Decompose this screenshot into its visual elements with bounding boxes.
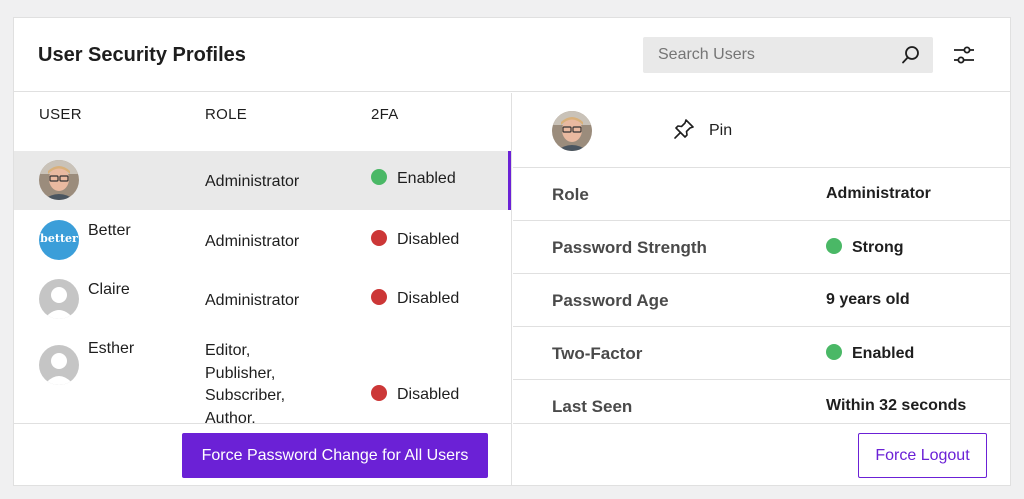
- sliders-icon[interactable]: [952, 43, 976, 67]
- panel-header: User Security Profiles: [14, 18, 1010, 92]
- detail-row-two-factor: Two-Factor Enabled: [513, 326, 1010, 379]
- column-header-user: USER: [39, 106, 82, 123]
- user-details-panel: Pin Role Administrator Password Strength…: [513, 93, 1010, 423]
- table-row[interactable]: Administrator Enabled: [14, 151, 511, 210]
- detail-row-last-seen: Last Seen Within 32 seconds: [513, 379, 1010, 423]
- page-title: User Security Profiles: [38, 44, 246, 66]
- detail-label: Role: [552, 185, 589, 204]
- detail-label: Two-Factor: [552, 344, 643, 363]
- search-input[interactable]: [643, 37, 893, 73]
- status-dot-icon: [371, 289, 387, 305]
- user-role: Administrator: [205, 173, 300, 190]
- table-footer: Force Password Change for All Users: [14, 423, 512, 485]
- column-header-role: ROLE: [205, 106, 248, 123]
- detail-label: Password Strength: [552, 238, 707, 257]
- details-footer: Force Logout: [513, 423, 1010, 485]
- twofa-status: Enabled: [371, 169, 456, 188]
- table-row[interactable]: better Better Administrator Disabled: [14, 210, 511, 269]
- detail-value: Administrator: [826, 185, 931, 202]
- user-name: Better: [88, 222, 131, 239]
- twofa-status: Disabled: [371, 289, 459, 308]
- user-name: Esther: [88, 340, 135, 357]
- detail-value: 9 years old: [826, 291, 910, 308]
- status-dot-icon: [826, 238, 842, 254]
- avatar: better: [39, 220, 79, 260]
- avatar-logo-text: better: [40, 232, 78, 245]
- force-logout-button[interactable]: Force Logout: [858, 433, 987, 478]
- column-header-2fa: 2FA: [371, 106, 399, 123]
- status-dot-icon: [371, 230, 387, 246]
- selection-indicator: [508, 151, 511, 210]
- twofa-status: Disabled: [371, 385, 459, 404]
- detail-row-password-strength: Password Strength Strong: [513, 220, 1010, 273]
- pin-icon: [674, 119, 694, 139]
- detail-label: Password Age: [552, 291, 669, 310]
- user-role: Editor, Publisher, Subscriber, Author, A…: [205, 342, 286, 423]
- detail-value: Enabled: [826, 344, 914, 363]
- default-avatar-icon: [39, 345, 79, 385]
- force-password-change-button[interactable]: Force Password Change for All Users: [182, 433, 488, 478]
- search-icon[interactable]: [901, 45, 921, 65]
- detail-value: Within 32 seconds: [826, 397, 967, 414]
- detail-row-role: Role Administrator: [513, 167, 1010, 220]
- user-role: Administrator: [205, 292, 300, 309]
- status-dot-icon: [371, 169, 387, 185]
- default-avatar-icon: [39, 279, 79, 319]
- table-row[interactable]: Esther Editor, Publisher, Subscriber, Au…: [14, 328, 511, 423]
- users-table: USER ROLE 2FA Administrator Enabled bett…: [14, 93, 512, 423]
- user-role: Administrator: [205, 233, 300, 250]
- pin-label: Pin: [709, 122, 733, 139]
- avatar: [552, 111, 592, 151]
- status-dot-icon: [371, 385, 387, 401]
- user-name: Claire: [88, 281, 130, 298]
- detail-row-password-age: Password Age 9 years old: [513, 273, 1010, 326]
- user-security-panel: User Security Profiles USER ROLE 2FA: [13, 17, 1011, 486]
- detail-label: Last Seen: [552, 397, 633, 416]
- detail-value: Strong: [826, 238, 904, 257]
- table-row[interactable]: Claire Administrator Disabled: [14, 269, 511, 328]
- twofa-status: Disabled: [371, 230, 459, 249]
- search-box[interactable]: [643, 37, 933, 73]
- status-dot-icon: [826, 344, 842, 360]
- avatar: [39, 160, 79, 200]
